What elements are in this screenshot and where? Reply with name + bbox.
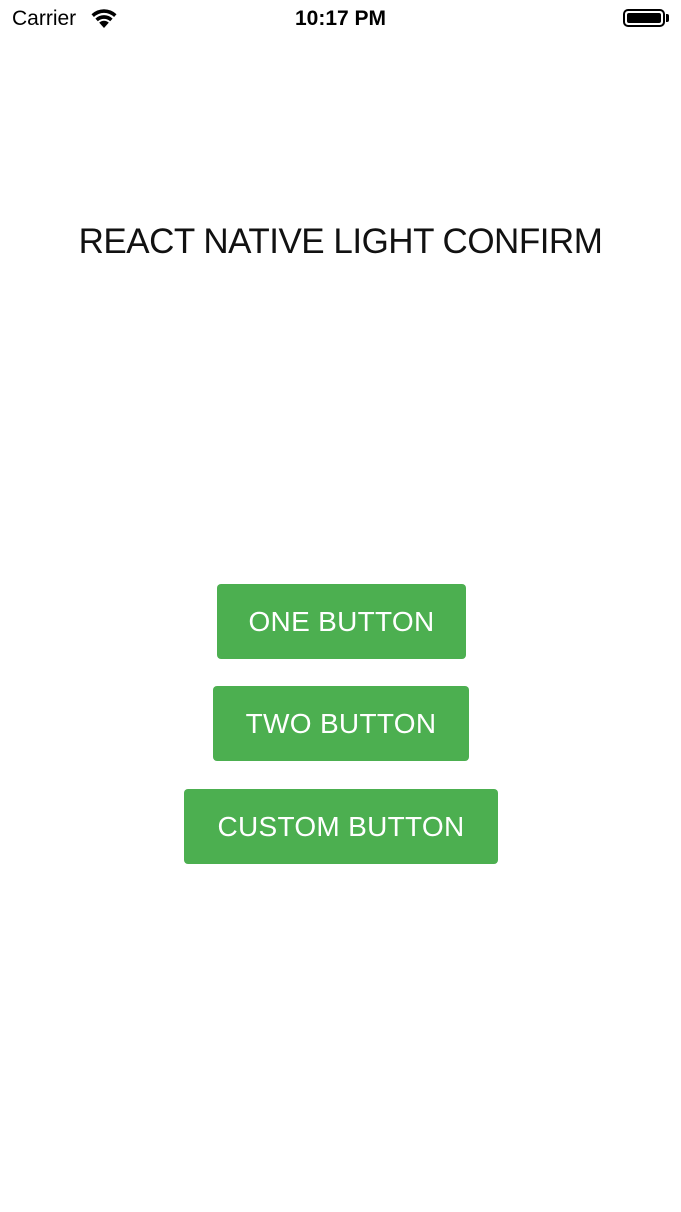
status-time: 10:17 PM [294,7,387,30]
one-button[interactable]: ONE BUTTON [217,584,466,659]
battery-terminal [666,14,669,22]
battery-icon [623,9,665,27]
battery-level [627,13,661,23]
custom-button[interactable]: CUSTOM BUTTON [184,789,498,864]
status-bar: Carrier 10:17 PM [0,0,681,40]
page-title: REACT NATIVE LIGHT CONFIRM [78,222,603,261]
two-button[interactable]: TWO BUTTON [213,686,469,761]
